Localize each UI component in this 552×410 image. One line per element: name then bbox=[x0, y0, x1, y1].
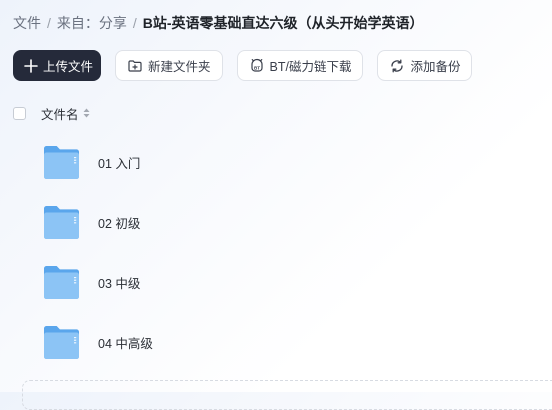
drop-zone[interactable] bbox=[22, 380, 552, 410]
folder-icon bbox=[43, 325, 80, 360]
sync-icon bbox=[389, 58, 405, 74]
new-folder-button[interactable]: 新建文件夹 bbox=[115, 50, 223, 81]
new-folder-button-label: 新建文件夹 bbox=[148, 60, 211, 74]
list-item-name: 01 入门 bbox=[98, 157, 141, 171]
folder-icon bbox=[43, 145, 80, 180]
bt-download-button[interactable]: BT BT/磁力链下载 bbox=[236, 50, 364, 81]
breadcrumb-parent[interactable]: 来自：分享 bbox=[57, 13, 127, 33]
list-item[interactable]: 03 中级 bbox=[0, 251, 552, 311]
list-item-name: 03 中级 bbox=[98, 277, 141, 291]
bt-download-button-label: BT/磁力链下载 bbox=[269, 60, 352, 74]
add-folder-icon bbox=[127, 58, 143, 74]
list-item-name: 04 中高级 bbox=[98, 337, 153, 351]
breadcrumb-root[interactable]: 文件 bbox=[13, 13, 41, 33]
select-all-checkbox[interactable] bbox=[13, 106, 26, 120]
add-backup-button-label: 添加备份 bbox=[410, 60, 461, 74]
bt-icon: BT bbox=[249, 58, 265, 74]
breadcrumb-current: B站-英语零基础直达六级（从头开始学英语） bbox=[142, 15, 424, 31]
svg-text:BT: BT bbox=[253, 65, 259, 70]
add-backup-button[interactable]: 添加备份 bbox=[377, 50, 473, 81]
breadcrumb: 文件 / 来自：分享 / B站-英语零基础直达六级（从头开始学英语） bbox=[13, 13, 424, 33]
list-item[interactable]: 02 初级 bbox=[0, 191, 552, 251]
breadcrumb-separator: / bbox=[47, 15, 51, 31]
upload-button-label: 上传文件 bbox=[43, 60, 94, 74]
list-header: 文件名 bbox=[13, 104, 90, 122]
list-item[interactable]: 04 中高级 bbox=[0, 311, 552, 371]
toolbar: 上传文件 新建文件夹 BT BT/磁力链下载 添加备份 bbox=[13, 50, 486, 81]
column-header-name-label: 文件名 bbox=[41, 107, 79, 122]
column-header-name[interactable]: 文件名 bbox=[41, 104, 90, 123]
folder-icon bbox=[43, 265, 80, 300]
list-item-name: 02 初级 bbox=[98, 217, 141, 231]
breadcrumb-separator: / bbox=[132, 15, 137, 31]
plus-icon bbox=[24, 58, 38, 74]
sort-icon bbox=[83, 108, 90, 118]
upload-button[interactable]: 上传文件 bbox=[13, 50, 101, 81]
folder-icon bbox=[43, 205, 80, 240]
list-item[interactable]: 01 入门 bbox=[0, 131, 552, 191]
